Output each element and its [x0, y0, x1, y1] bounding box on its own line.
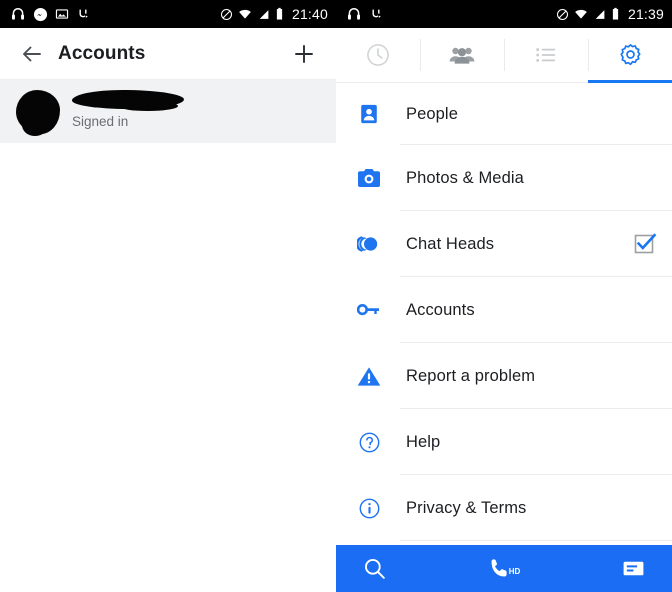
messenger-icon [33, 7, 48, 21]
new-message-button[interactable] [551, 545, 672, 592]
clock-icon [367, 44, 389, 66]
wifi-icon [239, 9, 251, 19]
search-button[interactable] [336, 545, 457, 592]
left-phone-panel: 21:40 Accounts Signed in [0, 0, 336, 592]
info-circle-icon [354, 497, 384, 520]
message-icon [623, 561, 644, 576]
setting-label: Accounts [406, 300, 475, 319]
tab-settings[interactable] [588, 28, 672, 83]
setting-label: People [406, 104, 458, 123]
right-status-bar: 21:39 [336, 0, 672, 28]
redaction-mark [118, 100, 178, 111]
setting-row-privacy-terms[interactable]: Privacy & Terms [336, 475, 672, 541]
tab-groups[interactable] [504, 28, 588, 82]
setting-row-accounts[interactable]: Accounts [336, 277, 672, 343]
account-list-item[interactable]: Signed in [0, 80, 336, 143]
setting-label: Chat Heads [406, 234, 495, 253]
right-status-system: 21:39 [556, 6, 664, 22]
screenshot-icon [55, 9, 69, 19]
signal-icon [259, 9, 269, 19]
sync-icon [79, 9, 88, 18]
setting-label: Report a problem [406, 366, 536, 385]
phone-hd-icon: HD [488, 557, 521, 580]
page-title: Accounts [58, 42, 146, 64]
video-call-button[interactable]: HD [457, 545, 552, 592]
add-account-button[interactable] [288, 38, 320, 70]
people-group-icon [449, 47, 475, 64]
setting-row-help[interactable]: Help [336, 409, 672, 475]
left-status-bar: 21:40 [0, 0, 336, 28]
setting-row-people[interactable]: People [336, 83, 672, 145]
setting-row-photos-media[interactable]: Photos & Media [336, 145, 672, 211]
gear-icon [619, 43, 641, 65]
messenger-tab-bar [336, 28, 672, 83]
search-icon [365, 559, 385, 579]
contact-card-icon [354, 103, 384, 125]
left-status-time: 21:40 [291, 6, 328, 22]
list-icon [536, 48, 556, 62]
chat-heads-icon [354, 233, 384, 255]
warning-triangle-icon [354, 366, 384, 387]
back-arrow-icon [23, 46, 41, 61]
right-status-time: 21:39 [627, 6, 664, 22]
wifi-icon [575, 9, 587, 19]
left-status-notifications [10, 6, 220, 22]
tab-recents[interactable] [336, 28, 420, 82]
camera-icon [354, 167, 384, 189]
battery-icon [276, 7, 283, 20]
settings-list: People Photos & Media Chat Heads Account… [336, 83, 672, 566]
dual-panel-screenshot: 21:40 Accounts Signed in 21:39 People Ph… [0, 0, 672, 592]
chat-heads-checkbox[interactable] [634, 233, 657, 255]
left-status-system: 21:40 [220, 6, 328, 22]
signal-icon [595, 9, 605, 19]
setting-label: Privacy & Terms [406, 498, 527, 517]
avatar [14, 88, 62, 136]
hd-badge: HD [508, 567, 521, 576]
do-not-disturb-icon [220, 8, 232, 20]
right-phone-panel: 21:39 People Photos & Media Chat Heads A… [336, 0, 672, 592]
headphones-icon [348, 8, 360, 20]
back-button[interactable] [16, 38, 48, 70]
setting-row-report-problem[interactable]: Report a problem [336, 343, 672, 409]
account-info: Signed in [72, 88, 322, 136]
sync-icon [372, 9, 381, 18]
tab-people[interactable] [420, 28, 504, 82]
accounts-appbar: Accounts [0, 28, 336, 80]
setting-row-chat-heads[interactable]: Chat Heads [336, 211, 672, 277]
account-status: Signed in [72, 113, 129, 129]
setting-label: Photos & Media [406, 168, 524, 187]
plus-icon [295, 44, 313, 63]
setting-label: Help [406, 432, 441, 451]
do-not-disturb-icon [556, 8, 568, 20]
messenger-bottom-bar: HD [336, 545, 672, 592]
right-status-notifications [346, 6, 556, 22]
headphones-icon [12, 8, 24, 20]
battery-icon [612, 7, 619, 20]
question-circle-icon [354, 431, 384, 454]
key-icon [354, 300, 384, 320]
